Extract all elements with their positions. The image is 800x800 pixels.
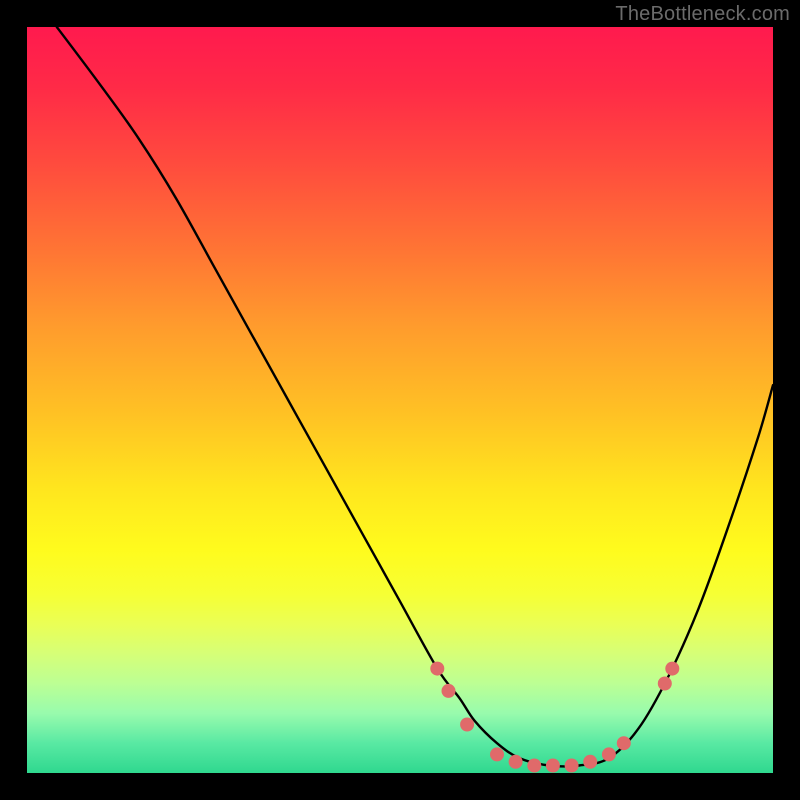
plot-area xyxy=(27,27,773,773)
marker-dot xyxy=(442,684,456,698)
marker-dot xyxy=(509,755,523,769)
marker-dot xyxy=(617,736,631,750)
marker-dot xyxy=(565,759,579,773)
marker-dot xyxy=(658,677,672,691)
marker-dot xyxy=(583,755,597,769)
bottleneck-curve xyxy=(57,27,773,766)
marker-dot xyxy=(665,662,679,676)
marker-dot xyxy=(430,662,444,676)
curve-svg xyxy=(27,27,773,773)
marker-dot xyxy=(602,747,616,761)
marker-group xyxy=(430,662,679,773)
marker-dot xyxy=(490,747,504,761)
marker-dot xyxy=(527,759,541,773)
marker-dot xyxy=(546,759,560,773)
watermark-text: TheBottleneck.com xyxy=(615,3,790,26)
marker-dot xyxy=(460,718,474,732)
chart-frame: TheBottleneck.com xyxy=(0,0,800,800)
